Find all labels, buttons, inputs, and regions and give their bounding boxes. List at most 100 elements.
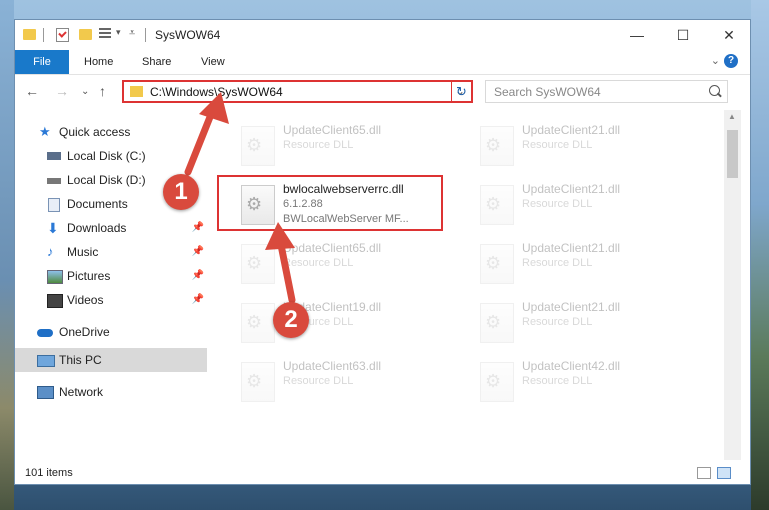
drive-icon xyxy=(47,152,61,160)
nav-item-network[interactable]: Network xyxy=(15,380,207,404)
search-box[interactable]: Search SysWOW64 xyxy=(485,80,728,103)
file-list: UpdateClient65.dll Resource DLL bwlocalw… xyxy=(209,110,724,460)
recent-locations-icon[interactable]: ⌄ xyxy=(81,86,89,97)
search-icon[interactable] xyxy=(709,85,720,96)
customize-toolbar-icon[interactable] xyxy=(99,28,111,40)
dll-file-icon xyxy=(480,244,514,284)
maximize-button[interactable]: ☐ xyxy=(660,20,706,50)
forward-icon[interactable]: → xyxy=(55,83,69,99)
music-note-icon: ♪ xyxy=(47,244,54,259)
file-item[interactable]: UpdateClient21.dll Resource DLL xyxy=(474,177,699,231)
folder-icon xyxy=(130,86,143,97)
new-folder-icon[interactable] xyxy=(79,29,92,40)
tab-share[interactable]: Share xyxy=(142,50,171,74)
large-icons-view-icon[interactable] xyxy=(717,467,731,479)
address-path[interactable]: C:\Windows\SysWOW64 xyxy=(150,85,283,99)
nav-item-pictures[interactable]: Pictures 📌 xyxy=(15,264,207,288)
file-item[interactable]: UpdateClient65.dll Resource DLL xyxy=(235,236,460,290)
file-item[interactable]: UpdateClient21.dll Resource DLL xyxy=(474,295,699,349)
dll-file-icon xyxy=(241,362,275,402)
nav-item-onedrive[interactable]: OneDrive xyxy=(15,320,207,344)
ribbon: File Home Share View ⌄ ? xyxy=(15,50,750,75)
nav-item-downloads[interactable]: ⬇ Downloads 📌 xyxy=(15,216,207,240)
minimize-button[interactable]: — xyxy=(614,20,660,50)
step-2-marker: 2 xyxy=(273,302,309,338)
item-count: 101 items xyxy=(25,467,73,479)
nav-item-label: OneDrive xyxy=(59,325,110,339)
navigation-pane: ★ Quick access Local Disk (C:) Local Dis… xyxy=(15,110,207,460)
help-icon[interactable]: ? xyxy=(724,54,738,68)
quick-access-dropdown-icon[interactable]: ⩡ xyxy=(129,27,135,43)
folder-icon xyxy=(23,29,36,40)
nav-item-label: Music xyxy=(67,245,99,259)
pin-icon[interactable]: 📌 xyxy=(192,264,204,288)
nav-item-local-disk-c[interactable]: Local Disk (C:) xyxy=(15,144,207,168)
file-name: UpdateClient21.dll xyxy=(522,182,621,196)
nav-item-label: Local Disk (D:) xyxy=(67,173,146,187)
dll-file-icon xyxy=(241,244,275,284)
address-bar[interactable]: C:\Windows\SysWOW64 ⌄ xyxy=(122,80,473,103)
nav-item-label: Videos xyxy=(67,293,104,307)
pin-icon[interactable]: 📌 xyxy=(192,288,204,312)
dll-file-icon xyxy=(480,362,514,402)
window-title: SysWOW64 xyxy=(155,28,221,42)
file-item[interactable]: UpdateClient21.dll Resource DLL xyxy=(474,236,699,290)
star-icon: ★ xyxy=(39,124,51,139)
cloud-icon xyxy=(37,329,53,337)
pin-icon[interactable]: 📌 xyxy=(192,240,204,264)
pin-icon[interactable]: 📌 xyxy=(192,216,204,240)
nav-item-label: Pictures xyxy=(67,269,111,283)
dll-file-icon xyxy=(480,303,514,343)
desktop-background-left xyxy=(0,0,14,510)
file-name: UpdateClient63.dll xyxy=(283,359,382,373)
nav-item-music[interactable]: ♪ Music 📌 xyxy=(15,240,207,264)
file-description: Resource DLL xyxy=(283,139,354,151)
file-description: Resource DLL xyxy=(522,139,593,151)
back-icon[interactable]: ← xyxy=(25,83,39,99)
status-bar: 101 items xyxy=(15,464,750,484)
file-item[interactable]: UpdateClient42.dll Resource DLL xyxy=(474,354,699,408)
computer-icon xyxy=(37,355,55,367)
file-item[interactable]: UpdateClient65.dll Resource DLL xyxy=(235,118,460,172)
file-description: Resource DLL xyxy=(283,257,354,269)
vertical-scrollbar[interactable]: ▲ xyxy=(724,110,741,460)
expand-ribbon-icon[interactable]: ⌄ xyxy=(711,54,720,67)
details-view-icon[interactable] xyxy=(697,467,711,479)
toolbar-separator xyxy=(43,28,44,42)
nav-item-label: Documents xyxy=(67,197,128,211)
file-name: UpdateClient42.dll xyxy=(522,359,621,373)
file-description: Resource DLL xyxy=(522,198,593,210)
nav-item-videos[interactable]: Videos 📌 xyxy=(15,288,207,312)
tab-file[interactable]: File xyxy=(15,50,69,74)
tab-view[interactable]: View xyxy=(201,50,225,74)
search-input[interactable]: Search SysWOW64 xyxy=(494,85,601,99)
close-button[interactable]: ✕ xyxy=(706,20,752,50)
nav-item-this-pc[interactable]: This PC xyxy=(15,348,207,372)
desktop-background-right xyxy=(751,0,769,510)
properties-check-icon[interactable] xyxy=(56,28,69,42)
dll-file-icon xyxy=(241,126,275,166)
file-item[interactable]: UpdateClient19.dll Resource DLL xyxy=(235,295,460,349)
drive-icon xyxy=(47,178,61,184)
dll-file-icon xyxy=(480,126,514,166)
scrollbar-thumb[interactable] xyxy=(727,130,738,178)
scroll-up-icon[interactable]: ▲ xyxy=(728,112,736,121)
file-description: Resource DLL xyxy=(522,375,593,387)
navigation-bar: ← → ⌄ ↑ C:\Windows\SysWOW64 ⌄ ↻ Search S… xyxy=(15,75,750,109)
file-item[interactable]: UpdateClient63.dll Resource DLL xyxy=(235,354,460,408)
up-icon[interactable]: ↑ xyxy=(99,83,106,99)
file-name: UpdateClient21.dll xyxy=(522,241,621,255)
chevron-down-icon[interactable]: ▾ xyxy=(116,27,121,43)
file-name: UpdateClient21.dll xyxy=(522,300,621,314)
file-item[interactable]: UpdateClient21.dll Resource DLL xyxy=(474,118,699,172)
refresh-icon[interactable]: ↻ xyxy=(451,80,473,103)
nav-item-quick-access[interactable]: ★ Quick access xyxy=(15,120,207,144)
title-bar[interactable]: ▾ ⩡ SysWOW64 — ☐ ✕ xyxy=(15,20,750,50)
dll-file-icon xyxy=(241,303,275,343)
nav-item-label: This PC xyxy=(59,353,102,367)
file-name: UpdateClient65.dll xyxy=(283,123,382,137)
nav-item-label: Network xyxy=(59,385,104,399)
pictures-icon xyxy=(47,270,63,284)
file-description: Resource DLL xyxy=(522,257,593,269)
tab-home[interactable]: Home xyxy=(84,50,113,74)
